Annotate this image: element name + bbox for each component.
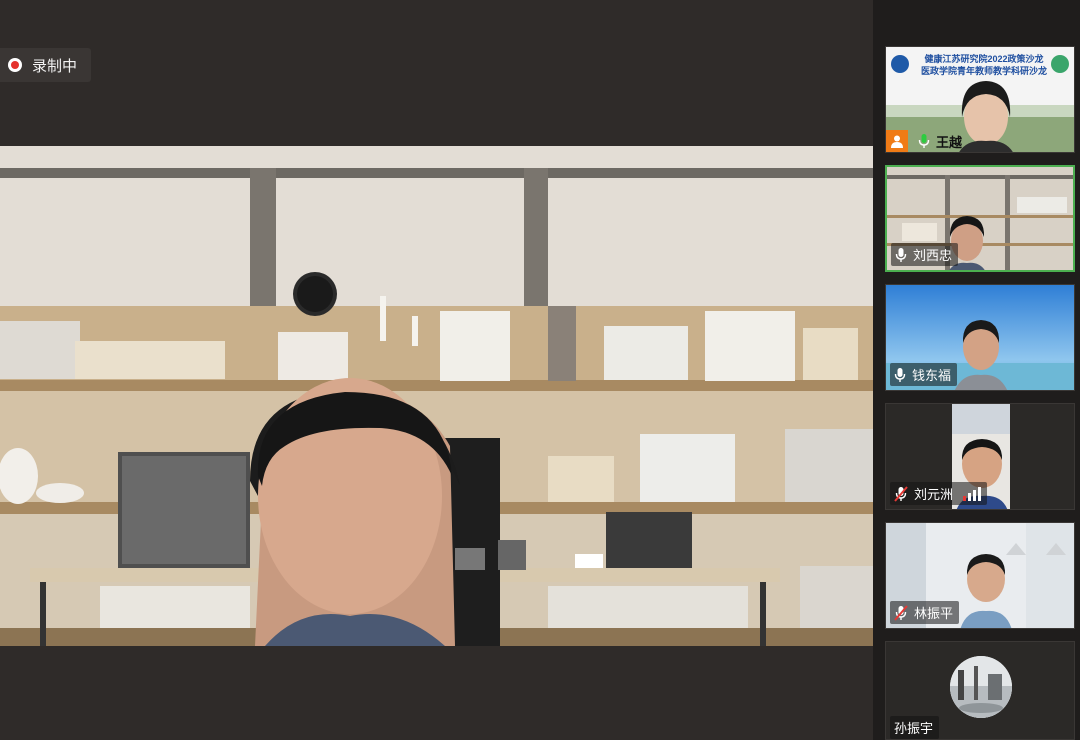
participant-name-6: 孙振宇 bbox=[894, 721, 934, 736]
mic-muted-icon bbox=[894, 485, 908, 502]
participant-tile-1[interactable]: 健康江苏研究院2022政策沙龙 医政学院青年教师教学科研沙龙 王越 bbox=[885, 46, 1075, 153]
banner-line-1: 健康江苏研究院2022政策沙龙 bbox=[924, 54, 1044, 64]
recording-indicator[interactable]: 录制中 bbox=[0, 48, 92, 82]
participant-namebar-2: 刘西忠 bbox=[891, 243, 959, 266]
network-signal-icon bbox=[963, 486, 982, 501]
banner-line-2: 医政学院青年教师教学科研沙龙 bbox=[920, 66, 1047, 76]
virtual-background-bookshelf bbox=[0, 146, 873, 646]
participant-tile-5[interactable]: 林振平 bbox=[885, 522, 1075, 629]
avatar bbox=[950, 656, 1012, 718]
participant-tile-3[interactable]: 钱东福 bbox=[885, 284, 1075, 391]
participant-namebar-5: 林振平 bbox=[890, 601, 960, 624]
participant-namebar-3: 钱东福 bbox=[890, 363, 958, 386]
participant-name-3: 钱东福 bbox=[912, 368, 952, 383]
participant-namebar-1: 王越 bbox=[886, 130, 962, 152]
mic-on-icon bbox=[918, 133, 930, 149]
mic-on-icon bbox=[895, 247, 907, 263]
participant-name-5: 林振平 bbox=[914, 606, 954, 621]
participant-namebar-4: 刘元洲 bbox=[890, 482, 988, 505]
record-dot-icon bbox=[8, 58, 22, 72]
host-icon bbox=[886, 130, 908, 152]
mic-on-icon bbox=[894, 367, 906, 383]
participant-tile-4[interactable]: 刘元洲 bbox=[885, 403, 1075, 510]
main-speaker-video[interactable] bbox=[0, 146, 873, 646]
recording-label: 录制中 bbox=[32, 57, 78, 75]
participant-name-4: 刘元洲 bbox=[914, 487, 954, 502]
participant-name-1: 王越 bbox=[936, 134, 963, 150]
mic-muted-icon bbox=[894, 604, 908, 621]
main-video-stage: 录制中 bbox=[0, 0, 873, 740]
participant-name-2: 刘西忠 bbox=[913, 248, 953, 263]
participant-namebar-6: 孙振宇 bbox=[890, 716, 940, 739]
participant-sidebar: 健康江苏研究院2022政策沙龙 医政学院青年教师教学科研沙龙 王越 刘西忠 钱东… bbox=[873, 0, 1080, 740]
participant-tile-6[interactable]: 孙振宇 bbox=[885, 641, 1075, 740]
participant-tile-2[interactable]: 刘西忠 bbox=[885, 165, 1075, 272]
